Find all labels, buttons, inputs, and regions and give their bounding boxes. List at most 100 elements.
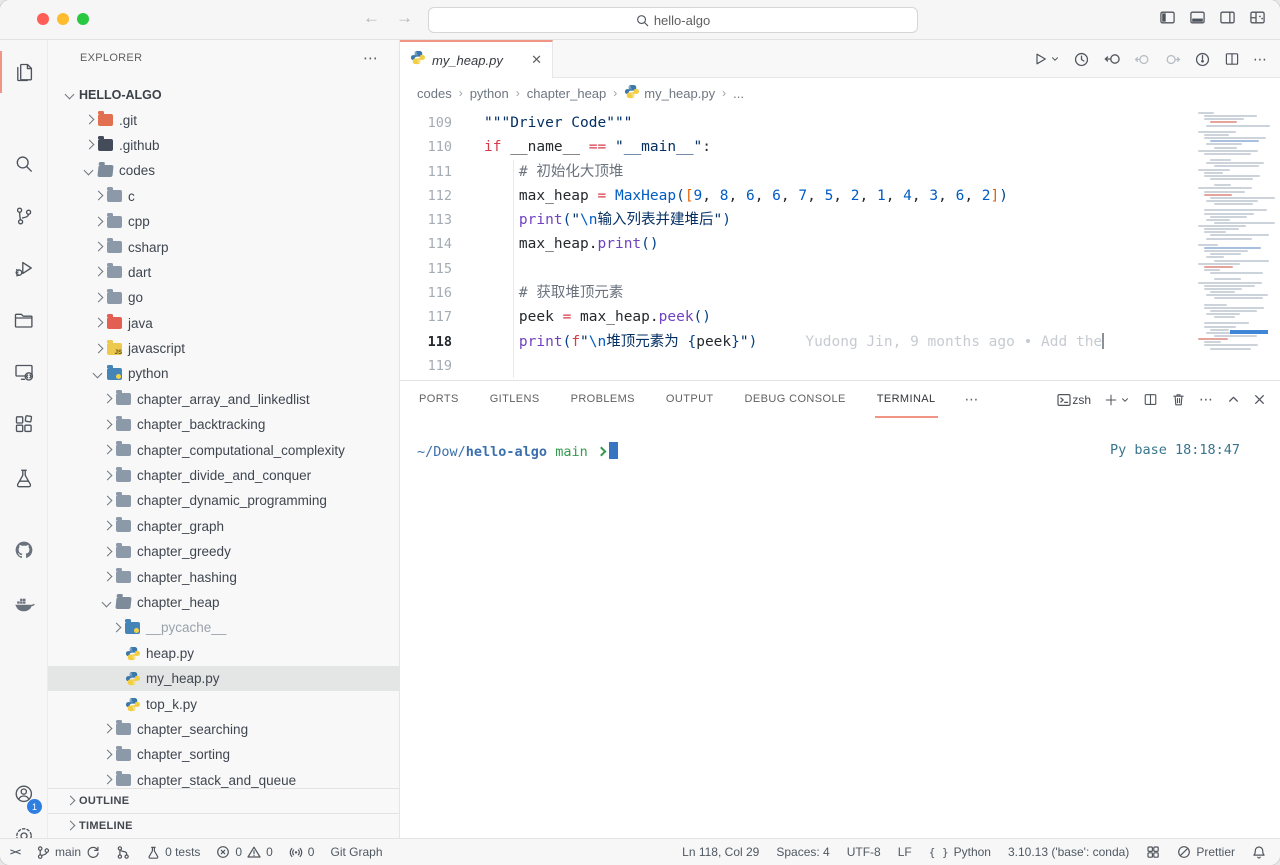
- maximize-window-button[interactable]: [77, 13, 89, 25]
- code-line-114[interactable]: 114 max_heap.print(): [400, 232, 1280, 256]
- next-change-icon[interactable]: [1164, 51, 1181, 68]
- activity-extensions[interactable]: [0, 400, 48, 448]
- outline-section[interactable]: OUTLINE: [48, 788, 399, 813]
- tree-item-hello-algo[interactable]: HELLO-ALGO: [48, 82, 399, 107]
- status-indentation[interactable]: Spaces: 4: [776, 845, 829, 859]
- command-center-search[interactable]: hello-algo: [428, 7, 918, 33]
- status-formatter[interactable]: Prettier: [1177, 845, 1235, 859]
- timeline-section[interactable]: TIMELINE: [48, 813, 399, 838]
- chevron-right-icon[interactable]: [99, 747, 116, 763]
- tree-item-chapter_greedy[interactable]: chapter_greedy: [48, 539, 399, 564]
- panel-tabs-more-icon[interactable]: ⋯: [965, 391, 980, 408]
- tab-my-heap[interactable]: my_heap.py ✕: [400, 40, 553, 78]
- tree-item-chapter_heap[interactable]: chapter_heap: [48, 590, 399, 615]
- chevron-down-icon[interactable]: [81, 163, 98, 179]
- code-line-110[interactable]: 110if __name__ == "__main__":: [400, 135, 1280, 159]
- panel-tab-gitlens[interactable]: GITLENS: [488, 381, 542, 418]
- chevron-right-icon[interactable]: [99, 493, 116, 509]
- status-notifications[interactable]: [1252, 845, 1266, 860]
- tree-item-chapter_graph[interactable]: chapter_graph: [48, 514, 399, 539]
- toggle-primary-sidebar-icon[interactable]: [1159, 9, 1176, 26]
- status-language[interactable]: { } Python: [929, 845, 991, 859]
- breadcrumb-python[interactable]: python: [470, 86, 509, 101]
- code-line-112[interactable]: 112 max_heap = MaxHeap([9, 8, 6, 6, 7, 5…: [400, 184, 1280, 208]
- chevron-down-icon[interactable]: [90, 366, 107, 382]
- chevron-right-icon[interactable]: [90, 214, 107, 230]
- activity-accounts[interactable]: 1: [0, 770, 48, 818]
- chevron-right-icon[interactable]: [99, 391, 116, 407]
- chevron-right-icon[interactable]: [99, 569, 116, 585]
- panel-tab-output[interactable]: OUTPUT: [664, 381, 716, 418]
- tree-item-heappy[interactable]: heap.py: [48, 641, 399, 666]
- gitlens-graph-icon[interactable]: [1194, 51, 1211, 68]
- tree-item-chapter_dynamic_programming[interactable]: chapter_dynamic_programming: [48, 488, 399, 513]
- breadcrumb-codes[interactable]: codes: [417, 86, 452, 101]
- chevron-right-icon[interactable]: [90, 239, 107, 255]
- new-terminal-button[interactable]: [1104, 393, 1130, 407]
- history-icon[interactable]: [1073, 51, 1090, 68]
- status-interpreter[interactable]: 3.10.13 ('base': conda): [1008, 845, 1129, 859]
- breadcrumb-[interactable]: ...: [733, 86, 744, 101]
- status-tests[interactable]: 0 tests: [146, 845, 200, 860]
- code-line-116[interactable]: 116 # 获取堆顶元素: [400, 281, 1280, 305]
- chevron-right-icon[interactable]: [90, 188, 107, 204]
- tree-item-chapter_backtracking[interactable]: chapter_backtracking: [48, 412, 399, 437]
- status-encoding[interactable]: UTF-8: [847, 845, 881, 859]
- chevron-right-icon[interactable]: [99, 442, 116, 458]
- chevron-right-icon[interactable]: [99, 518, 116, 534]
- activity-explorer[interactable]: [0, 48, 48, 96]
- code-editor[interactable]: 109"""Driver Code"""110if __name__ == "_…: [400, 108, 1280, 380]
- panel-tab-debug-console[interactable]: DEBUG CONSOLE: [743, 381, 848, 418]
- back-arrow-icon[interactable]: ←: [363, 8, 380, 28]
- tree-item-go[interactable]: go: [48, 285, 399, 310]
- tree-item-dart[interactable]: dart: [48, 260, 399, 285]
- activity-run-debug[interactable]: [0, 244, 48, 292]
- chevron-right-icon[interactable]: [99, 721, 116, 737]
- code-line-111[interactable]: 111 # 初始化大顶堆: [400, 160, 1280, 184]
- status-branch[interactable]: main: [36, 845, 100, 860]
- tree-item-my_heappy[interactable]: my_heap.py: [48, 666, 399, 691]
- code-line-109[interactable]: 109"""Driver Code""": [400, 111, 1280, 135]
- minimap[interactable]: [1190, 108, 1280, 380]
- tree-item-c[interactable]: c: [48, 184, 399, 209]
- explorer-actions-icon[interactable]: ⋯: [363, 49, 379, 67]
- open-changes-icon[interactable]: [1103, 50, 1121, 68]
- terminal-shell-selector[interactable]: zsh: [1056, 392, 1091, 408]
- tree-item-chapter_sorting[interactable]: chapter_sorting: [48, 742, 399, 767]
- status-extension-grid[interactable]: [1146, 845, 1160, 859]
- split-editor-icon[interactable]: [1224, 51, 1240, 67]
- minimize-window-button[interactable]: [57, 13, 69, 25]
- code-line-115[interactable]: 115: [400, 257, 1280, 281]
- tree-item-java[interactable]: java: [48, 311, 399, 336]
- remote-indicator[interactable]: ><: [10, 847, 20, 858]
- split-terminal-icon[interactable]: [1143, 392, 1158, 407]
- tree-item-chapter_array_and_linkedlist[interactable]: chapter_array_and_linkedlist: [48, 387, 399, 412]
- code-line-118[interactable]: 118 print(f"\n堆顶元素为 {peek}")Yudong Jin, …: [400, 330, 1280, 354]
- chevron-right-icon[interactable]: [99, 417, 116, 433]
- run-python-file-button[interactable]: [1032, 51, 1060, 67]
- status-git-graph-label[interactable]: Git Graph: [330, 845, 382, 859]
- tree-item-python[interactable]: python: [48, 361, 399, 386]
- panel-tab-ports[interactable]: PORTS: [417, 381, 461, 418]
- close-tab-icon[interactable]: ✕: [531, 52, 542, 68]
- activity-remote-explorer[interactable]: [0, 348, 48, 396]
- activity-search[interactable]: [0, 140, 48, 188]
- status-git-graph-icon-button[interactable]: [116, 845, 130, 860]
- tree-item-cpp[interactable]: cpp: [48, 209, 399, 234]
- chevron-right-icon[interactable]: [90, 290, 107, 306]
- code-line-117[interactable]: 117 peek = max_heap.peek(): [400, 305, 1280, 329]
- chevron-right-icon[interactable]: [99, 468, 116, 484]
- chevron-right-icon[interactable]: [99, 772, 116, 788]
- chevron-right-icon[interactable]: [81, 137, 98, 153]
- terminal[interactable]: ~/Dow/hello-algo main Py base 18:18:47: [400, 418, 1280, 838]
- toggle-secondary-sidebar-icon[interactable]: [1219, 9, 1236, 26]
- chevron-right-icon[interactable]: [81, 112, 98, 128]
- tree-item-javascript[interactable]: javascript: [48, 336, 399, 361]
- tree-item-chapter_computational_complexity[interactable]: chapter_computational_complexity: [48, 437, 399, 462]
- activity-testing[interactable]: [0, 454, 48, 502]
- chevron-right-icon[interactable]: [90, 264, 107, 280]
- status-line-col[interactable]: Ln 118, Col 29: [682, 845, 759, 859]
- customize-layout-icon[interactable]: [1249, 9, 1266, 26]
- activity-source-control[interactable]: [0, 192, 48, 240]
- tree-item-top_kpy[interactable]: top_k.py: [48, 691, 399, 716]
